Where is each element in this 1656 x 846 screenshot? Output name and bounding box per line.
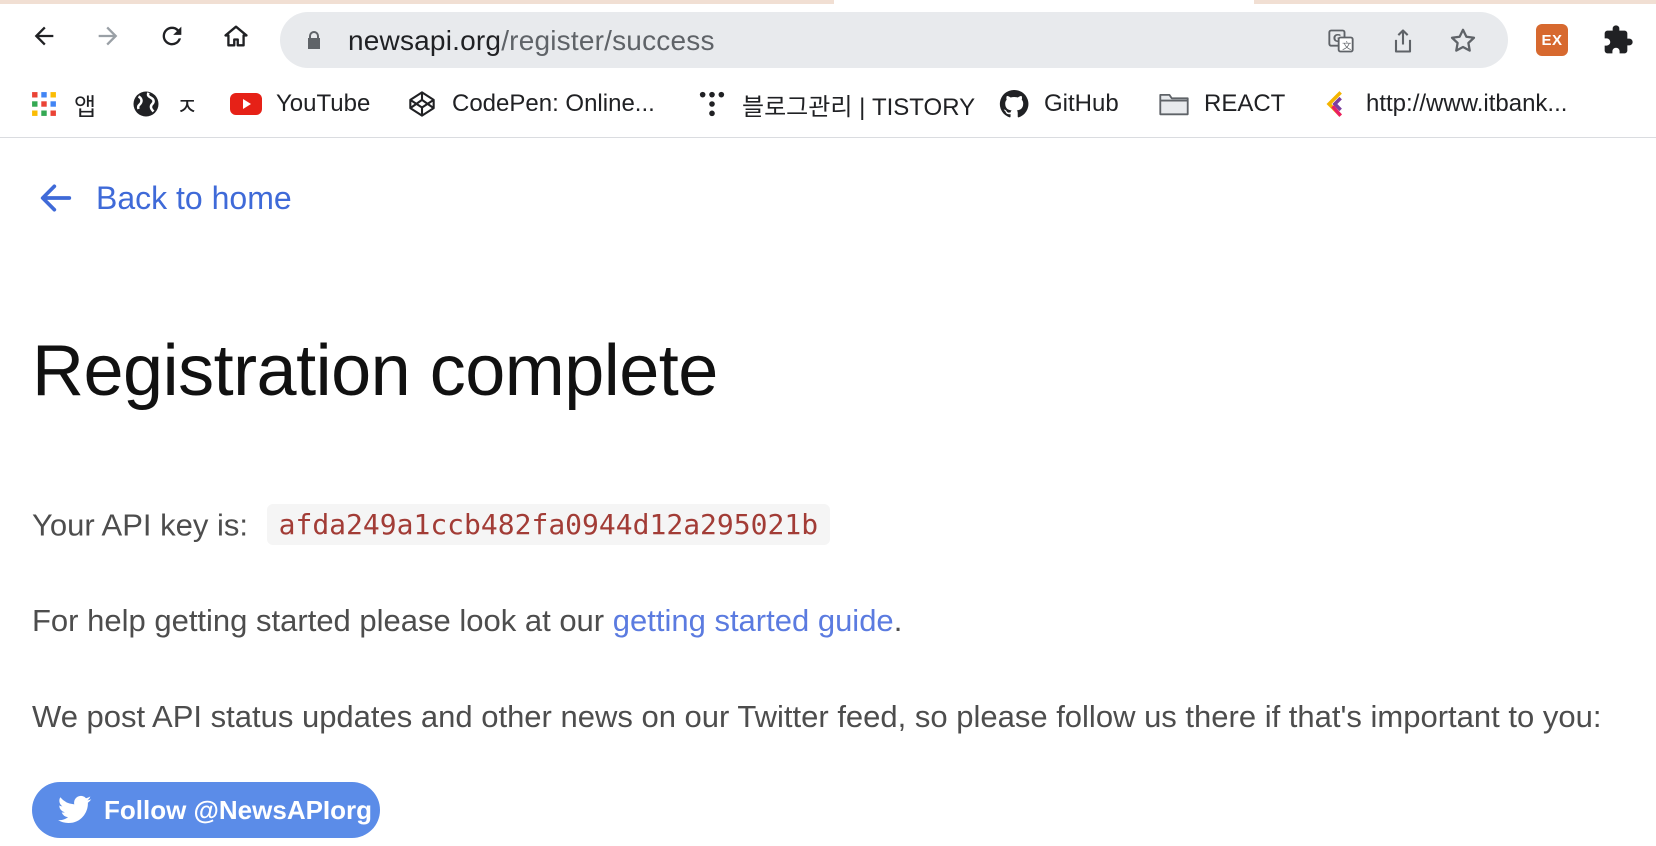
address-bar[interactable]: newsapi.org/register/success G文 [280,12,1508,68]
share-icon [1394,29,1412,53]
arrow-left-icon [40,184,72,212]
bookmark-label: ㅈ [176,93,199,121]
twitter-info-text: We post API status updates and other new… [32,699,1602,734]
back-button[interactable] [26,18,62,54]
bookmark-github[interactable]: GitHub [998,86,1119,122]
bookmark-label: http://www.itbank... [1366,90,1568,117]
twitter-bird-icon [58,795,92,824]
bookmark-label: GitHub [1044,90,1119,117]
follow-button-label: Follow @NewsAPIorg [104,794,373,825]
bookmark-youtube[interactable]: YouTube [230,86,370,122]
folder-icon [1158,88,1190,120]
api-key-value[interactable]: afda249a1ccb482fa0944d12a295021b [266,504,831,545]
api-key-label: Your API key is: [32,507,248,543]
extension-ex-button[interactable]: EX [1536,24,1568,56]
page-title: Registration complete [32,331,718,411]
translate-icon: G文 [1328,29,1354,53]
translate-button[interactable]: G文 [1326,26,1356,56]
url-path: /register/success [501,25,715,56]
reload-icon [162,26,182,46]
bookmark-label: YouTube [276,90,371,117]
apps-grid-icon [28,88,60,120]
back-to-home-label: Back to home [96,179,292,216]
bookmark-label: 블로그관리 | TISTORY [742,93,976,121]
follow-twitter-button[interactable]: Follow @NewsAPIorg [32,782,380,838]
bookmark-codepen[interactable]: CodePen: Online... [406,86,655,122]
bookmark-apps[interactable]: 앱 [28,86,96,122]
youtube-icon [230,88,262,120]
forward-button[interactable] [90,18,126,54]
api-key-line: Your API key is: afda249a1ccb482fa0944d1… [32,504,831,548]
arrow-left-icon [34,26,54,46]
url-text: newsapi.org/register/success [348,25,715,57]
help-prefix: For help getting started please look at … [32,603,605,638]
reload-button[interactable] [154,18,190,54]
bookmark-tistory[interactable]: 블로그관리 | TISTORY [696,86,975,122]
bookmarks-bar: 앱 ㅈ YouTube CodePen: Online... 블로그관리 | T… [0,72,1656,138]
itbank-icon [1320,88,1352,120]
star-icon [1450,28,1476,52]
bookmark-label: REACT [1204,90,1286,117]
extensions-button[interactable] [1600,22,1636,58]
getting-started-guide-link[interactable]: getting started guide [613,603,894,638]
codepen-icon [406,88,438,120]
puzzle-icon [1604,25,1633,54]
bookmark-globe[interactable]: ㅈ [130,86,198,122]
bookmark-folder-react[interactable]: REACT [1158,86,1285,122]
github-icon [998,88,1030,120]
home-icon [224,25,248,47]
globe-icon [130,88,162,120]
bookmark-star-button[interactable] [1448,26,1478,56]
browser-toolbar: newsapi.org/register/success G文 EX [0,4,1656,72]
bookmark-label: CodePen: Online... [452,90,655,117]
help-text: For help getting started please look at … [32,603,902,639]
url-host: newsapi.org [348,25,502,56]
share-button[interactable] [1388,26,1418,56]
svg-text:文: 文 [1342,40,1351,52]
lock-icon [308,31,320,49]
bookmark-label: 앱 [74,93,97,121]
home-button[interactable] [218,18,254,54]
tistory-icon [696,88,728,120]
arrow-right-icon [98,26,118,46]
help-suffix: . [893,603,903,638]
extension-ex-label: EX [1541,31,1563,49]
bookmark-itbank[interactable]: http://www.itbank... [1320,86,1567,122]
back-to-home-link[interactable]: Back to home [36,178,292,218]
